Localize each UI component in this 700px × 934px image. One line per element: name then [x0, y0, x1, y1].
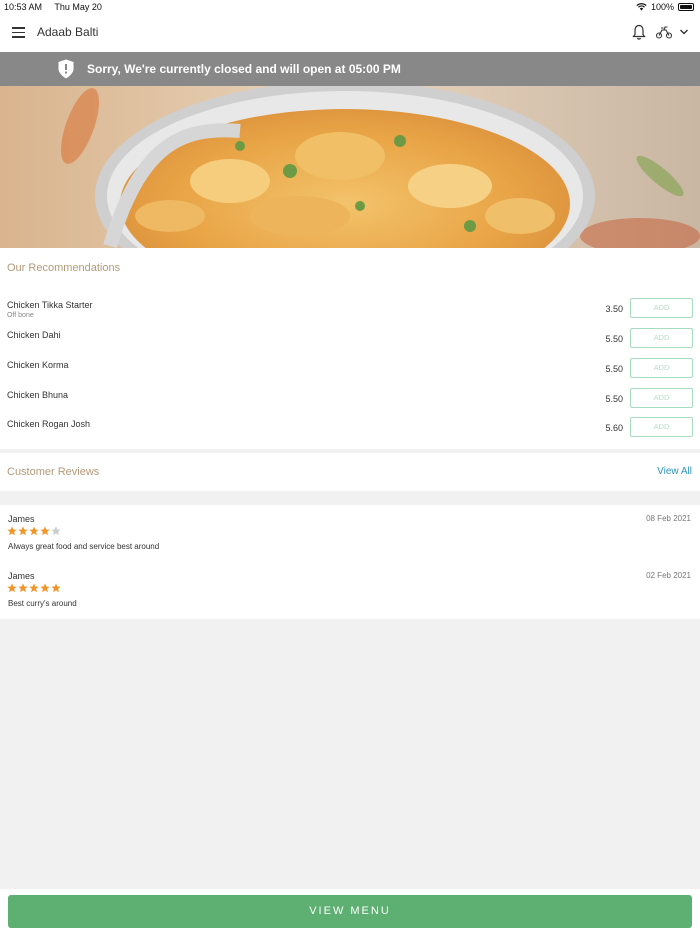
item-price: 5.50 [605, 364, 623, 374]
shield-alert-icon [58, 59, 74, 79]
item-name: Chicken Bhuna [7, 390, 69, 400]
star-filled-icon [18, 526, 28, 536]
status-bar: 10:53 AM Thu May 20 100% [0, 0, 700, 14]
item-name: Chicken Korma [7, 360, 69, 370]
hamburger-menu-icon[interactable] [12, 27, 25, 38]
reviewer-name: James [8, 571, 35, 581]
review-text: Best curry's around [8, 599, 77, 608]
battery-icon [678, 3, 694, 11]
restaurant-name: Adaab Balti [37, 25, 99, 39]
menu-item: Chicken Korma 5.50 ADD [0, 358, 700, 388]
item-price: 5.60 [605, 423, 623, 433]
item-price: 5.50 [605, 334, 623, 344]
app-header: Adaab Balti [0, 14, 700, 52]
add-button[interactable]: ADD [630, 298, 693, 318]
bell-icon[interactable] [631, 24, 647, 41]
star-empty-icon [51, 526, 61, 536]
bottom-bar: VIEW MENU [0, 889, 700, 934]
item-price: 5.50 [605, 394, 623, 404]
review-item: James 02 Feb 2021 Best curry's around [0, 571, 700, 621]
view-all-link[interactable]: View All [657, 466, 692, 477]
add-button[interactable]: ADD [630, 328, 693, 348]
star-filled-icon [29, 526, 39, 536]
review-date: 02 Feb 2021 [646, 571, 691, 580]
star-rating [7, 583, 61, 593]
star-filled-icon [18, 583, 28, 593]
review-item: James 08 Feb 2021 Always great food and … [0, 514, 700, 564]
star-rating [7, 526, 61, 536]
delivery-scooter-icon[interactable] [655, 25, 673, 39]
menu-item: Chicken Dahi 5.50 ADD [0, 328, 700, 358]
status-date: Thu May 20 [54, 2, 102, 12]
chevron-down-icon[interactable] [679, 27, 689, 37]
item-description: Off bone [7, 312, 34, 319]
star-filled-icon [7, 583, 17, 593]
status-time: 10:53 AM [4, 2, 43, 12]
menu-item: Chicken Rogan Josh 5.60 ADD [0, 417, 700, 447]
item-price: 3.50 [605, 304, 623, 314]
review-date: 08 Feb 2021 [646, 514, 691, 523]
star-filled-icon [29, 583, 39, 593]
item-name: Chicken Dahi [7, 330, 61, 340]
recommendations-section: Our Recommendations Chicken Tikka Starte… [0, 248, 700, 449]
star-filled-icon [7, 526, 17, 536]
menu-item: Chicken Bhuna 5.50 ADD [0, 388, 700, 418]
battery-percent: 100% [650, 2, 674, 12]
closed-message: Sorry, We're currently closed and will o… [87, 62, 401, 76]
star-filled-icon [40, 583, 50, 593]
add-button[interactable]: ADD [630, 358, 693, 378]
add-button[interactable]: ADD [630, 388, 693, 408]
menu-item: Chicken Tikka Starter Off bone 3.50 ADD [0, 298, 700, 328]
reviews-list: James 08 Feb 2021 Always great food and … [0, 505, 700, 619]
item-name: Chicken Tikka Starter [7, 300, 93, 310]
recommendations-title: Our Recommendations [7, 262, 121, 274]
closed-banner: Sorry, We're currently closed and will o… [0, 52, 700, 86]
reviewer-name: James [8, 514, 35, 524]
reviews-header: Customer Reviews View All [0, 453, 700, 491]
star-filled-icon [40, 526, 50, 536]
star-filled-icon [51, 583, 61, 593]
reviews-title: Customer Reviews [7, 466, 100, 478]
view-menu-button[interactable]: VIEW MENU [8, 895, 692, 928]
review-text: Always great food and service best aroun… [8, 542, 160, 551]
hero-food-image [0, 86, 700, 248]
wifi-icon [636, 3, 647, 11]
add-button[interactable]: ADD [630, 417, 693, 437]
item-name: Chicken Rogan Josh [7, 419, 91, 429]
